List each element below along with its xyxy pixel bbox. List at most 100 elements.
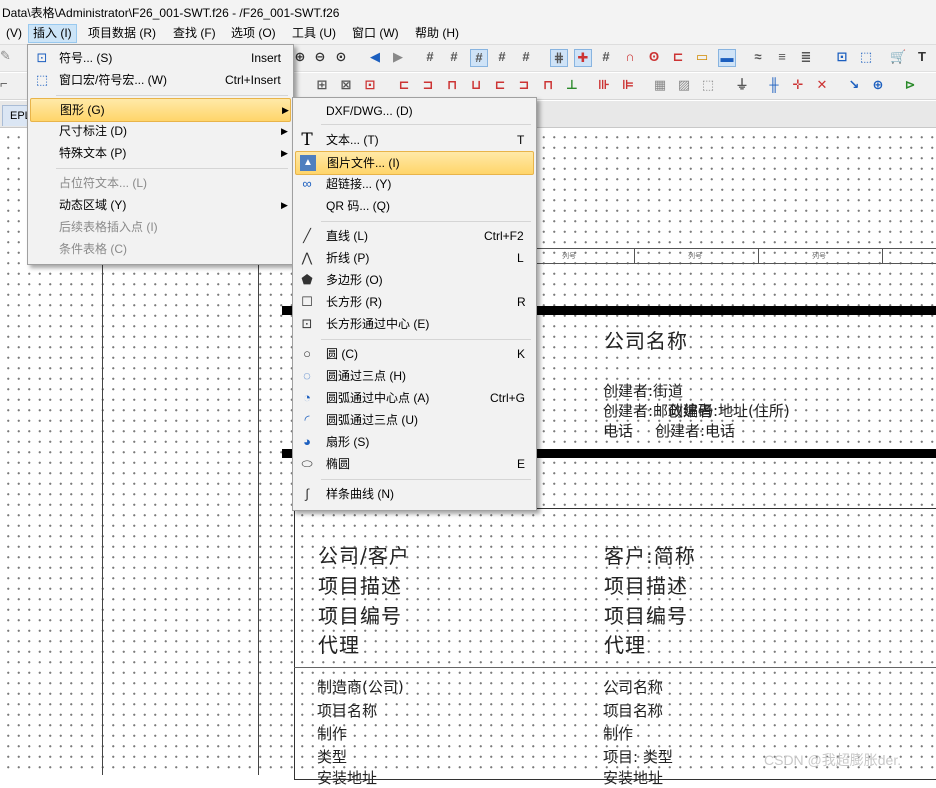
menu-item-line[interactable]: ╱ 直线 (L) Ctrl+F2 bbox=[295, 225, 532, 247]
hash-icon[interactable]: # bbox=[598, 49, 614, 65]
menu-find[interactable]: 查找 (F) bbox=[169, 25, 220, 42]
wire-h-icon[interactable]: ⊥ bbox=[564, 77, 580, 93]
menu-tools[interactable]: 工具 (U) bbox=[288, 25, 340, 42]
menu-item-polygon[interactable]: ⬟ 多边形 (O) bbox=[295, 269, 532, 291]
forward-arrow-icon[interactable]: ▶ bbox=[390, 49, 406, 65]
grid-e-icon[interactable]: # bbox=[518, 49, 534, 65]
text-tool-icon[interactable]: T bbox=[914, 49, 930, 65]
snap-point-icon[interactable]: ✚ bbox=[574, 49, 592, 67]
pencil-icon[interactable]: ✎ bbox=[0, 48, 14, 68]
snap-grid-icon[interactable]: ⋕ bbox=[550, 49, 568, 67]
title-bar: Data\表格\Administrator\F26_001-SWT.f26 - … bbox=[0, 0, 936, 22]
block-b-icon[interactable]: ▨ bbox=[676, 77, 692, 93]
cart-icon[interactable]: 🛒 bbox=[890, 49, 906, 65]
menu-item-image-file[interactable]: ▲ 图片文件... (I) bbox=[295, 151, 534, 175]
menu-item-dynamic-area[interactable]: 动态区域 (Y) ▶ bbox=[30, 194, 289, 216]
comment-icon[interactable]: ▭ bbox=[694, 49, 710, 65]
device-b-icon[interactable]: ⊠ bbox=[338, 77, 354, 93]
zoom-fit-icon[interactable]: ⊙ bbox=[333, 49, 349, 65]
block-c-icon[interactable]: ⬚ bbox=[700, 77, 716, 93]
bus-b-icon[interactable]: ✛ bbox=[790, 77, 806, 93]
rectangle-center-icon: ⊡ bbox=[301, 316, 313, 331]
menu-item-graphics[interactable]: 图形 (G) ▶ bbox=[30, 98, 291, 122]
wire-c-icon[interactable]: ⊓ bbox=[444, 77, 460, 93]
menu-help[interactable]: 帮助 (H) bbox=[411, 25, 463, 42]
menu-item-ellipse[interactable]: ⬭ 椭圆 E bbox=[295, 453, 532, 475]
menu-project-data[interactable]: 项目数据 (R) bbox=[84, 25, 160, 42]
arc-three-points-icon: ◜ bbox=[304, 412, 310, 427]
block-a-icon[interactable]: ▦ bbox=[652, 77, 668, 93]
list-a-icon[interactable]: ≈ bbox=[750, 49, 766, 65]
bus-a-icon[interactable]: ╫ bbox=[766, 77, 782, 93]
back-arrow-icon[interactable]: ◀ bbox=[367, 49, 383, 65]
left-field: 制作 bbox=[317, 725, 348, 743]
menu-item-spline[interactable]: ∫ 样条曲线 (N) bbox=[295, 483, 532, 505]
menu-item-arc-center[interactable]: ◔ 圆弧通过中心点 (A) Ctrl+G bbox=[295, 387, 532, 409]
menu-item-follow-table[interactable]: 后续表格插入点 (I) bbox=[30, 216, 289, 238]
wire-g-icon[interactable]: ⊓ bbox=[540, 77, 556, 93]
creator-address: 创建者:地址(住所) bbox=[668, 402, 790, 420]
menu-item-symbol[interactable]: ⊡ 符号... (S) Insert bbox=[30, 47, 289, 69]
menu-item-conditional-table[interactable]: 条件表格 (C) bbox=[30, 238, 289, 260]
right-field: 安装地址 bbox=[603, 769, 664, 787]
macro-icon: ⬚ bbox=[35, 72, 49, 87]
menu-item-polyline[interactable]: ⋀ 折线 (P) L bbox=[295, 247, 532, 269]
menu-item-rectangle[interactable]: ☐ 长方形 (R) R bbox=[295, 291, 532, 313]
device-c-icon[interactable]: ⊡ bbox=[362, 77, 378, 93]
bus-c-icon[interactable]: ✕ bbox=[814, 77, 830, 93]
grid-b-icon[interactable]: # bbox=[446, 49, 462, 65]
arrow-c-icon[interactable]: ⊳ bbox=[902, 77, 918, 93]
list-c-icon[interactable]: ≣ bbox=[798, 49, 814, 65]
menu-item-rectangle-center[interactable]: ⊡ 长方形通过中心 (E) bbox=[295, 313, 532, 335]
zoom-in-icon[interactable]: ⊕ bbox=[292, 49, 308, 65]
magnet-icon[interactable]: ∩ bbox=[622, 49, 638, 65]
wire-b-icon[interactable]: ⊐ bbox=[420, 77, 436, 93]
right-block-line: 代理 bbox=[604, 633, 646, 657]
wire-a-icon[interactable]: ⊏ bbox=[396, 77, 412, 93]
menu-separator bbox=[321, 339, 531, 340]
display-icon[interactable]: ▬ bbox=[718, 49, 736, 67]
pointer-icon[interactable]: ⌐ bbox=[0, 76, 14, 96]
menu-separator bbox=[321, 221, 531, 222]
menu-item-sector[interactable]: ◕ 扇形 (S) bbox=[295, 431, 532, 453]
menu-insert[interactable]: 插入 (I) bbox=[28, 24, 77, 43]
menu-item-special-text[interactable]: 特殊文本 (P) ▶ bbox=[30, 142, 289, 164]
right-field: 项目: 类型 bbox=[603, 748, 673, 766]
arrow-a-icon[interactable]: ↘ bbox=[846, 77, 862, 93]
list-b-icon[interactable]: ≡ bbox=[774, 49, 790, 65]
zoom-out-icon[interactable]: ⊖ bbox=[312, 49, 328, 65]
wire-e-icon[interactable]: ⊏ bbox=[492, 77, 508, 93]
right-field: 制作 bbox=[603, 725, 634, 743]
menu-options[interactable]: 选项 (O) bbox=[227, 25, 280, 42]
menu-item-hyperlink[interactable]: ∞ 超链接... (Y) bbox=[295, 173, 532, 195]
circle-three-points-icon: ◌ bbox=[303, 368, 311, 383]
menu-item-circle-three-points[interactable]: ◌ 圆通过三点 (H) bbox=[295, 365, 532, 387]
menu-item-dimension[interactable]: 尺寸标注 (D) ▶ bbox=[30, 120, 289, 142]
device-a-icon[interactable]: ⊞ bbox=[314, 77, 330, 93]
menu-item-macro[interactable]: ⬚ 窗口宏/符号宏... (W) Ctrl+Insert bbox=[30, 69, 289, 91]
menu-item-placeholder-text[interactable]: 占位符文本... (L) bbox=[30, 172, 289, 194]
menu-item-text[interactable]: T 文本... (T) T bbox=[295, 129, 532, 151]
wire-f-icon[interactable]: ⊐ bbox=[516, 77, 532, 93]
menu-view[interactable]: (V) bbox=[2, 25, 26, 42]
menu-item-circle[interactable]: ○ 圆 (C) K bbox=[295, 343, 532, 365]
menu-item-arc-three-points[interactable]: ◜ 圆弧通过三点 (U) bbox=[295, 409, 532, 431]
menu-window[interactable]: 窗口 (W) bbox=[348, 25, 403, 42]
menu-item-qr-code[interactable]: QR 码... (Q) bbox=[295, 195, 532, 217]
select-tool-icon[interactable]: ⬚ bbox=[858, 49, 874, 65]
snap-object-icon[interactable]: ʘ bbox=[646, 49, 662, 65]
grid-d-icon[interactable]: # bbox=[494, 49, 510, 65]
symbol-icon: ⊡ bbox=[36, 50, 48, 65]
menu-item-dxf[interactable]: DXF/DWG... (D) bbox=[295, 100, 532, 122]
wire-d-icon[interactable]: ⊔ bbox=[468, 77, 484, 93]
insert-menu: ⊡ 符号... (S) Insert ⬚ 窗口宏/符号宏... (W) Ctrl… bbox=[27, 44, 294, 265]
grid-a-icon[interactable]: # bbox=[422, 49, 438, 65]
arrow-b-icon[interactable]: ⊕ bbox=[870, 77, 886, 93]
ground-icon[interactable]: ⏚ bbox=[734, 77, 750, 93]
terminal-b-icon[interactable]: ⊫ bbox=[620, 77, 636, 93]
grid-c-icon[interactable]: # bbox=[470, 49, 488, 67]
connect-icon[interactable]: ⊏ bbox=[670, 49, 686, 65]
terminal-a-icon[interactable]: ⊪ bbox=[596, 77, 612, 93]
symbol-tool-icon[interactable]: ⊡ bbox=[834, 49, 850, 65]
title-block-divider bbox=[294, 667, 936, 668]
